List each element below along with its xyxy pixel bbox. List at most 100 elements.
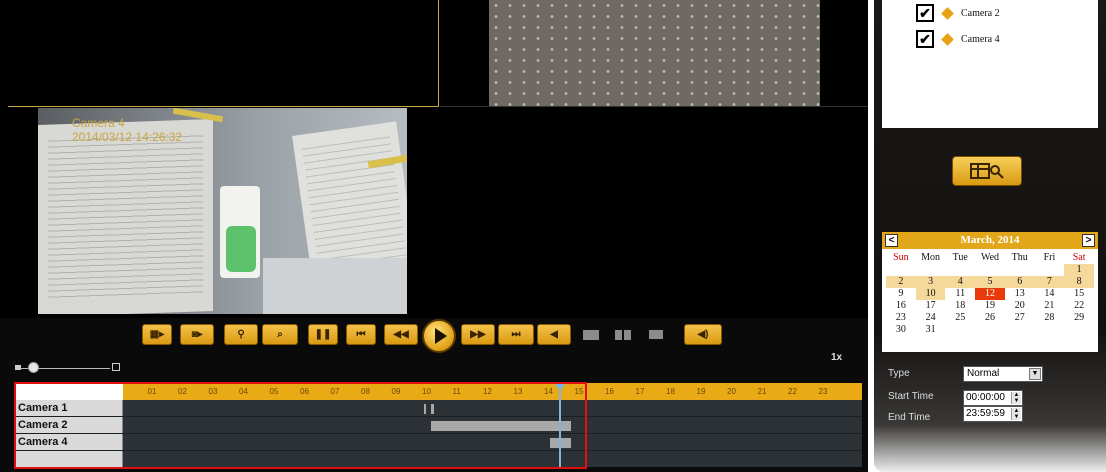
calendar-day[interactable]: 2 [886, 276, 916, 288]
calendar-day[interactable]: 20 [1005, 300, 1035, 312]
single-layout-icon[interactable] [583, 330, 599, 340]
calendar-day[interactable]: 27 [1005, 312, 1035, 324]
calendar-day[interactable]: 3 [915, 276, 946, 288]
calendar-empty [1035, 264, 1065, 276]
calendar-empty [916, 264, 946, 276]
fast-forward-button[interactable]: ▶▶ [461, 324, 495, 345]
calendar-day[interactable]: 31 [916, 324, 946, 336]
calendar-day[interactable]: 4 [945, 276, 976, 288]
rewind-button[interactable]: ◀◀ [384, 324, 418, 345]
calendar-empty [975, 264, 1005, 276]
start-time-field[interactable]: 00:00:00 ▲ ▼ [963, 390, 1023, 406]
search-icon: ⌕ [277, 329, 283, 340]
calendar-day[interactable]: 6 [1004, 276, 1035, 288]
hour-tick-label: 21 [757, 387, 767, 396]
search-records-button[interactable] [952, 156, 1022, 186]
video-cell-2[interactable] [440, 0, 868, 107]
play-button[interactable] [422, 319, 456, 353]
calendar-day[interactable]: 29 [1064, 312, 1094, 324]
calendar-day[interactable]: 28 [1035, 312, 1065, 324]
calendar-empty [1064, 324, 1094, 336]
quad-layout-icon[interactable] [615, 330, 631, 340]
last-frame-button[interactable]: ⏭ [498, 324, 534, 345]
calendar-day[interactable]: 17 [916, 300, 946, 312]
first-frame-button[interactable]: ⏮ [346, 324, 376, 345]
camera-list-item[interactable]: ✔ Camera 4 [916, 30, 1000, 48]
spinner-icon[interactable]: ▲ ▼ [1011, 392, 1021, 404]
camera-feed-image [489, 0, 820, 106]
fullscreen-icon[interactable] [649, 330, 663, 339]
calendar-day[interactable]: 23 [886, 312, 916, 324]
calendar-day[interactable]: 26 [975, 312, 1005, 324]
calendar-day[interactable]: 21 [1035, 300, 1065, 312]
hour-tick-label: 17 [635, 387, 645, 396]
chevron-down-icon[interactable]: ▼ [1029, 368, 1041, 380]
calendar-day[interactable]: 13 [1005, 288, 1035, 300]
calendar-day[interactable]: 25 [945, 312, 975, 324]
calendar-empty [1005, 324, 1035, 336]
zoom-button[interactable]: ⚲ [224, 324, 258, 345]
zoom-in-icon[interactable] [112, 363, 120, 371]
type-select[interactable]: Normal ▼ [963, 366, 1043, 382]
camera-list-item[interactable]: ✔ Camera 2 [916, 4, 1000, 22]
calendar-day[interactable]: 14 [1035, 288, 1065, 300]
hour-tick-label: 20 [727, 387, 736, 396]
calendar-day[interactable]: 9 [886, 288, 916, 300]
zoom-slider-handle[interactable] [28, 362, 39, 373]
checkbox[interactable]: ✔ [916, 30, 934, 48]
playback-controls: ▦▸ ◙▸ ⚲ ⌕ ❚❚ ⏮ ◀◀ ▶▶ ⏭ ◀ ◀) 1x [0, 318, 868, 382]
snapshot-button[interactable]: ◙▸ [180, 324, 214, 345]
film-open-icon: ▦▸ [149, 329, 165, 340]
calendar-day[interactable]: 24 [916, 312, 946, 324]
calendar-day[interactable]: 12 [975, 288, 1005, 300]
camera-name-overlay: Camera 4 [72, 116, 125, 130]
calendar-day[interactable]: 5 [975, 276, 1005, 288]
calendar-day[interactable]: 11 [945, 288, 975, 300]
record-export-button[interactable]: ▦▸ [142, 324, 172, 345]
hour-tick-label: 23 [818, 387, 828, 396]
video-cell-3[interactable]: Camera 4 2014/03/12 14:26:32 [8, 108, 439, 316]
end-time-field[interactable]: 23:59:59 ▲ ▼ [963, 406, 1023, 422]
spinner-icon[interactable]: ▲ ▼ [1011, 408, 1021, 420]
calendar-day[interactable]: 7 [1034, 276, 1065, 288]
calendar-day[interactable]: 30 [886, 324, 916, 336]
video-grid: Camera 4 2014/03/12 14:26:32 [0, 0, 868, 318]
calendar-day[interactable]: 10 [915, 288, 946, 300]
end-time-value: 23:59:59 [966, 408, 1005, 419]
calendar: March, 2014 < > Sun Mon Tue Wed Thu Fri Sat 1 2 3… [882, 232, 1098, 352]
magnifier-icon: ⚲ [237, 329, 245, 340]
search-button[interactable]: ⌕ [262, 324, 298, 345]
calendar-empty [945, 264, 975, 276]
calendar-day[interactable]: 16 [886, 300, 916, 312]
volume-button[interactable]: ◀) [684, 324, 722, 345]
video-cell-1[interactable] [8, 0, 439, 107]
calendar-day[interactable]: 1 [1064, 264, 1094, 276]
camera-list-label: Camera 2 [961, 7, 1000, 19]
hour-tick-label: 18 [666, 387, 675, 396]
calendar-empty [945, 324, 975, 336]
prev-month-button[interactable]: < [885, 234, 898, 247]
video-cell-4[interactable] [440, 108, 868, 316]
camera-feed-image: Camera 4 2014/03/12 14:26:32 [38, 108, 407, 314]
camera-diamond-icon [941, 32, 954, 46]
step-back-button[interactable]: ◀ [537, 324, 571, 345]
weekday-label: Wed [980, 252, 1000, 263]
search-records-icon [970, 163, 1004, 179]
pause-button[interactable]: ❚❚ [308, 324, 338, 345]
next-month-button[interactable]: > [1082, 234, 1095, 247]
calendar-day[interactable]: 22 [1064, 300, 1094, 312]
selection-highlight [14, 382, 587, 469]
calendar-month-label: March, 2014 [882, 232, 1098, 249]
start-time-value: 00:00:00 [966, 392, 1005, 403]
calendar-empty [975, 324, 1005, 336]
checkbox[interactable]: ✔ [916, 4, 934, 22]
calendar-day[interactable]: 8 [1064, 276, 1094, 288]
rewind-icon: ◀◀ [393, 329, 409, 340]
type-label: Type [888, 368, 910, 379]
calendar-grid: Sun Mon Tue Wed Thu Fri Sat 1 2 3 4 5 6 7 8 9 10 11 12 13 14… [886, 252, 1094, 336]
calendar-day[interactable]: 15 [1064, 288, 1094, 300]
calendar-day[interactable]: 19 [975, 300, 1005, 312]
calendar-empty [1005, 264, 1035, 276]
pause-icon: ❚❚ [314, 329, 332, 340]
calendar-day[interactable]: 18 [945, 300, 975, 312]
